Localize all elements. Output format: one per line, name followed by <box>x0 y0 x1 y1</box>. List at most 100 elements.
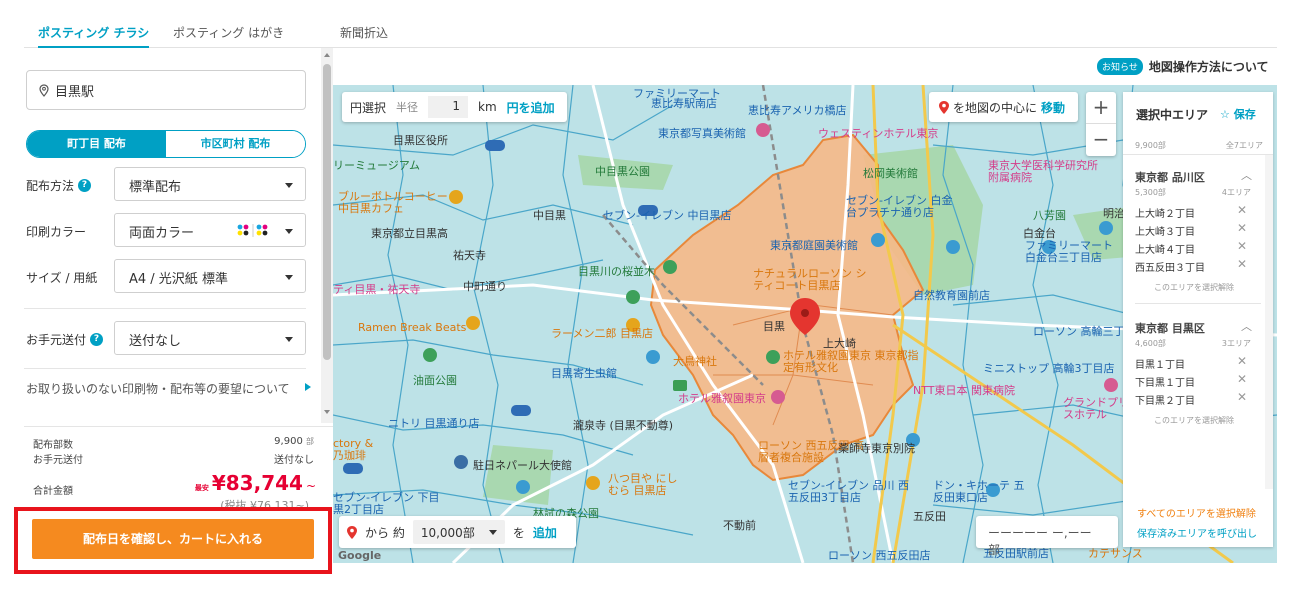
map-pin-icon <box>347 525 357 539</box>
area-group-areas: 3エリア <box>1221 339 1251 348</box>
add-to-cart-button[interactable]: 配布日を確認し、カートに入れる <box>32 519 314 559</box>
park-area <box>483 445 553 505</box>
center-map-control: を地図の中心に 移動 <box>929 92 1078 122</box>
area-group-title: 東京都 品川区 <box>1135 171 1205 184</box>
deselect-all-link[interactable]: すべてのエリアを選択解除 <box>1137 505 1256 520</box>
map-label: 不動前 <box>723 519 756 532</box>
chevron-up-icon[interactable]: ︿ <box>1241 318 1252 334</box>
chevron-up-icon[interactable]: ︿ <box>1241 167 1252 183</box>
zoom-in-button[interactable]: + <box>1086 92 1116 124</box>
size-paper-value: A4 / 光沢紙 標準 <box>129 272 228 287</box>
row-size-paper: サイズ / 用紙 A4 / 光沢紙 標準 <box>26 259 306 295</box>
move-to-center-button[interactable]: 移動 <box>1041 99 1065 116</box>
distribution-mode-toggle[interactable]: 町丁目 配布 市区町村 配布 <box>26 130 306 158</box>
print-color-label: 印刷カラー <box>26 225 87 239</box>
help-icon[interactable]: ? <box>78 179 92 192</box>
tab-posting-postcard[interactable]: ポスティング はがき <box>173 24 284 48</box>
cmyk-color-icon <box>237 224 268 237</box>
zoom-out-button[interactable]: − <box>1086 124 1116 156</box>
map-label: 中目黒公園 <box>595 165 650 178</box>
circle-select-control: 円選択 半径 1 km 円を追加 <box>342 92 567 122</box>
area-item: 目黒１丁目 <box>1135 360 1185 371</box>
area-group-count: 5,300部 <box>1135 188 1166 197</box>
row-print-color: 印刷カラー 両面カラー <box>26 213 306 249</box>
radius-input[interactable]: 1 <box>428 96 469 118</box>
notice-link[interactable]: 地図操作方法について <box>1149 58 1269 75</box>
location-pin-icon <box>39 83 49 97</box>
deselect-group-link[interactable]: このエリアを選択解除 <box>1123 415 1265 426</box>
sample-delivery-select[interactable]: 送付なし <box>114 321 306 355</box>
help-icon[interactable]: ? <box>90 333 104 346</box>
map-label: セブン-イレブン 中目黒店 <box>603 209 732 222</box>
add-count-button[interactable]: 追加 <box>533 524 557 541</box>
load-saved-areas-link[interactable]: 保存済みエリアを呼び出し <box>1137 525 1257 540</box>
tab-posting-flyer[interactable]: ポスティング チラシ <box>38 24 150 48</box>
map-label: ファミリーマート <box>633 87 721 100</box>
map-label: リーミュージアム <box>333 159 421 172</box>
map-label: ホテル雅叙園東京 <box>678 392 766 405</box>
map-label: 東京都写真美術館 <box>658 127 746 140</box>
remove-area-icon[interactable]: ✕ <box>1237 257 1247 271</box>
size-paper-select[interactable]: A4 / 光沢紙 標準 <box>114 259 306 293</box>
map-label: ctory & 乃珈琲 <box>333 437 374 462</box>
tab-newspaper-insert[interactable]: 新聞折込 <box>340 24 388 48</box>
total-price: 最安 ¥83,744 ~ <box>195 471 316 495</box>
count-wo-label: を <box>512 525 525 540</box>
area-group-count: 4,600部 <box>1135 339 1166 348</box>
distribution-method-value: 標準配布 <box>129 180 182 195</box>
notice[interactable]: お知らせ 地図操作方法について <box>1097 58 1268 75</box>
station-search-field[interactable]: 目黒駅 <box>26 70 306 110</box>
chevron-down-icon <box>285 183 293 188</box>
map-label: 八芳園 <box>1033 209 1066 222</box>
map-label: NTT東日本 関東病院 <box>913 384 1015 397</box>
map-label: ミニストップ 高輪3丁目店 <box>983 362 1115 375</box>
price-suffix: ~ <box>305 479 316 493</box>
count-add-control: から 約 10,000部 を 追加 <box>339 516 576 548</box>
deselect-group-link[interactable]: このエリアを選択解除 <box>1123 282 1265 293</box>
save-button[interactable]: ☆ 保存 <box>1220 106 1256 122</box>
scroll-down-arrow-icon[interactable] <box>324 410 330 414</box>
scroll-up-arrow-icon[interactable] <box>324 53 330 57</box>
remove-area-icon[interactable]: ✕ <box>1237 372 1247 386</box>
unsupported-request-link[interactable]: お取り扱いのない印刷物・配布等の要望について <box>26 380 311 397</box>
chevron-down-icon <box>285 275 293 280</box>
map-label: 中町通り <box>463 280 507 293</box>
settings-scrollbar[interactable] <box>321 48 333 423</box>
map-label: ホテル雅叙園東京 東京都指定有形文化 <box>783 349 919 374</box>
map-label: ローソン 西五反田店 <box>828 549 931 562</box>
divider <box>1135 303 1261 304</box>
sample-delivery-label: お手元送付 <box>26 333 87 347</box>
notice-badge: お知らせ <box>1097 58 1143 75</box>
area-group-title: 東京都 目黒区 <box>1135 322 1205 335</box>
remove-area-icon[interactable]: ✕ <box>1237 239 1247 253</box>
areas-scrollbar[interactable] <box>1265 155 1273 489</box>
print-color-select[interactable]: 両面カラー <box>114 213 306 247</box>
send-value: 送付なし <box>274 455 314 466</box>
scroll-thumb[interactable] <box>323 64 331 360</box>
count-select[interactable]: 10,000部 <box>412 520 505 544</box>
area-item: 下目黒２丁目 <box>1135 396 1195 407</box>
remove-area-icon[interactable]: ✕ <box>1237 354 1247 368</box>
toggle-city-distribution[interactable]: 市区町村 配布 <box>166 131 305 157</box>
add-circle-button[interactable]: 円を追加 <box>507 99 555 116</box>
selected-areas-panel: 選択中エリア ☆ 保存 9,900部 全7エリア 東京都 品川区 ︿ 5,300… <box>1123 92 1273 547</box>
remove-area-icon[interactable]: ✕ <box>1237 390 1247 404</box>
toggle-town-distribution[interactable]: 町丁目 配布 <box>27 131 166 157</box>
zoom-control: + − <box>1086 92 1116 156</box>
remove-area-icon[interactable]: ✕ <box>1237 221 1247 235</box>
send-label: お手元送付 <box>33 455 83 466</box>
settings-panel: 目黒駅 町丁目 配布 市区町村 配布 配布方法 ? 標準配布 印刷カラー 両面カ… <box>24 48 333 563</box>
distribution-method-select[interactable]: 標準配布 <box>114 167 306 201</box>
settings-scroll-area: 目黒駅 町丁目 配布 市区町村 配布 配布方法 ? 標準配布 印刷カラー 両面カ… <box>24 48 321 423</box>
area-item: 上大崎３丁目 <box>1135 227 1195 238</box>
map-label: 東京都庭園美術館 <box>770 239 858 252</box>
area-item: 上大崎２丁目 <box>1135 209 1195 220</box>
count-label: 配布部数 <box>33 440 73 451</box>
circle-select-label: 円選択 <box>350 100 387 115</box>
divider <box>24 308 306 309</box>
count-select-value: 10,000部 <box>420 526 475 540</box>
size-paper-label: サイズ / 用紙 <box>26 271 98 285</box>
center-map-label: を地図の中心に <box>953 100 1038 115</box>
area-group-areas: 4エリア <box>1221 188 1251 197</box>
remove-area-icon[interactable]: ✕ <box>1237 203 1247 217</box>
